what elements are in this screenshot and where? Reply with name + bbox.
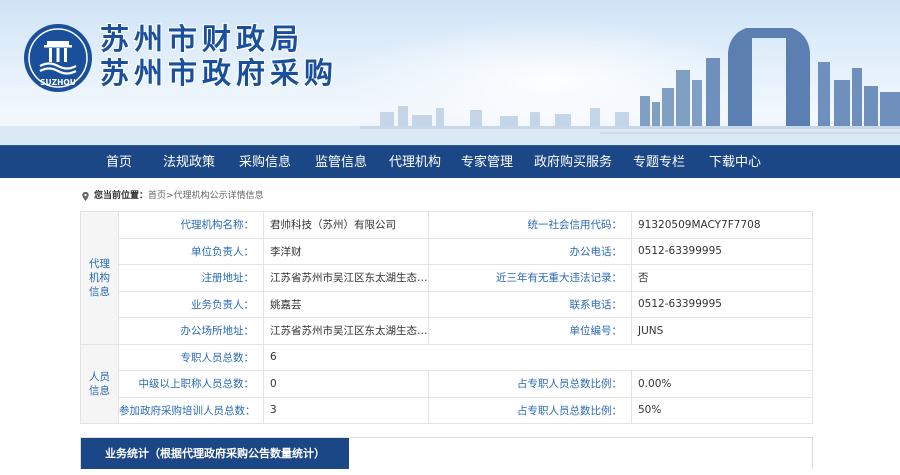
- field-value: 91320509MACY7F7708: [631, 211, 813, 239]
- field-label: 办公电话：: [428, 237, 632, 265]
- field-label: 占专职人员总数比例：: [428, 396, 632, 424]
- suzhou-logo-icon: SUZHOU: [24, 24, 92, 92]
- breadcrumb-separator: >: [166, 191, 174, 201]
- field-value: 姚嘉芸: [263, 290, 429, 318]
- breadcrumb-home-link[interactable]: 首页: [148, 187, 166, 205]
- field-value: 否: [631, 264, 813, 292]
- field-label: 统一社会信用代码：: [428, 211, 632, 239]
- field-label: 单位编号：: [428, 317, 632, 345]
- nav-item-agencies[interactable]: 代理机构: [379, 146, 451, 179]
- table-row: 业务负责人： 姚嘉芸 联系电话： 0512-63399995: [81, 290, 813, 318]
- nav-item-gov-purchase-services[interactable]: 政府购买服务: [523, 146, 623, 179]
- nav-item-experts[interactable]: 专家管理: [451, 146, 523, 179]
- breadcrumb: 您当前位置： 首页 > 代理机构公示详情信息: [80, 187, 264, 205]
- business-stats-tab[interactable]: 业务统计（根据代理政府采购公告数量统计）: [81, 438, 349, 469]
- business-stats-section: 业务统计（根据代理政府采购公告数量统计）: [80, 437, 813, 469]
- site-title-line1: 苏州市财政局: [100, 22, 305, 56]
- field-value: 李洋财: [263, 237, 429, 265]
- location-pin-icon: [82, 191, 89, 201]
- field-label: 参加政府采购培训人员总数：: [118, 396, 264, 424]
- staff-info-group-label: 人员信息: [80, 343, 119, 424]
- table-row: 办公场所地址： 江苏省苏州市吴江区东太湖生态旅... 单位编号： JUNS: [81, 317, 813, 345]
- site-title-line2: 苏州市政府采购: [100, 56, 339, 90]
- table-row: 注册地址： 江苏省苏州市吴江区东太湖生态旅... 近三年有无重大违法记录： 否: [81, 264, 813, 292]
- field-value: 50%: [631, 396, 813, 424]
- table-row: 代理机构信息 代理机构名称： 君帅科技（苏州）有限公司 统一社会信用代码： 91…: [80, 211, 813, 345]
- field-value: 江苏省苏州市吴江区东太湖生态旅...: [263, 264, 429, 292]
- nav-item-home[interactable]: 首页: [87, 146, 151, 179]
- field-label: 占专职人员总数比例：: [428, 370, 632, 398]
- field-label: 代理机构名称：: [118, 211, 264, 239]
- field-label: 中级以上职称人员总数：: [118, 370, 264, 398]
- field-value: 0: [263, 370, 429, 398]
- nav-item-procurement-info[interactable]: 采购信息: [227, 146, 303, 179]
- field-label: 近三年有无重大违法记录：: [428, 264, 632, 292]
- field-label: 联系电话：: [428, 290, 632, 318]
- site-title: 苏州市财政局 苏州市政府采购: [100, 22, 338, 90]
- field-value: 0512-63399995: [631, 237, 813, 265]
- field-value: 江苏省苏州市吴江区东太湖生态旅...: [263, 317, 429, 345]
- table-row: 单位负责人： 李洋财 办公电话： 0512-63399995: [81, 237, 813, 265]
- field-label: 单位负责人：: [118, 237, 264, 265]
- svg-text:SUZHOU: SUZHOU: [40, 78, 76, 87]
- main-nav: 首页 法规政策 采购信息 监管信息 代理机构 专家管理 政府购买服务 专题专栏 …: [0, 145, 900, 178]
- nav-item-special-topics[interactable]: 专题专栏: [623, 146, 695, 179]
- nav-item-downloads[interactable]: 下载中心: [695, 146, 775, 179]
- agency-info-group-label: 代理机构信息: [80, 211, 119, 345]
- field-label: 注册地址：: [118, 264, 264, 292]
- field-label: 专职人员总数：: [118, 343, 264, 371]
- nav-item-regulations[interactable]: 法规政策: [151, 146, 227, 179]
- field-value: 6: [263, 343, 813, 371]
- field-value: 0.00%: [631, 370, 813, 398]
- field-value: JUNS: [631, 317, 813, 345]
- field-value: 君帅科技（苏州）有限公司: [263, 211, 429, 239]
- field-value: 0512-63399995: [631, 290, 813, 318]
- table-row: 中级以上职称人员总数： 0 占专职人员总数比例： 0.00%: [81, 370, 813, 398]
- field-label: 业务负责人：: [118, 290, 264, 318]
- breadcrumb-current: 代理机构公示详情信息: [173, 191, 264, 201]
- breadcrumb-label: 您当前位置：: [94, 191, 149, 201]
- header-banner: SUZHOU 苏州市财政局 苏州市政府采购: [0, 0, 900, 145]
- table-row: 参加政府采购培训人员总数： 3 占专职人员总数比例： 50%: [81, 396, 813, 424]
- nav-item-supervision-info[interactable]: 监管信息: [303, 146, 379, 179]
- field-label: 办公场所地址：: [118, 317, 264, 345]
- table-row: 人员信息 专职人员总数： 6: [80, 343, 813, 424]
- field-value: 3: [263, 396, 429, 424]
- agency-detail-table: 代理机构信息 代理机构名称： 君帅科技（苏州）有限公司 统一社会信用代码： 91…: [80, 211, 813, 424]
